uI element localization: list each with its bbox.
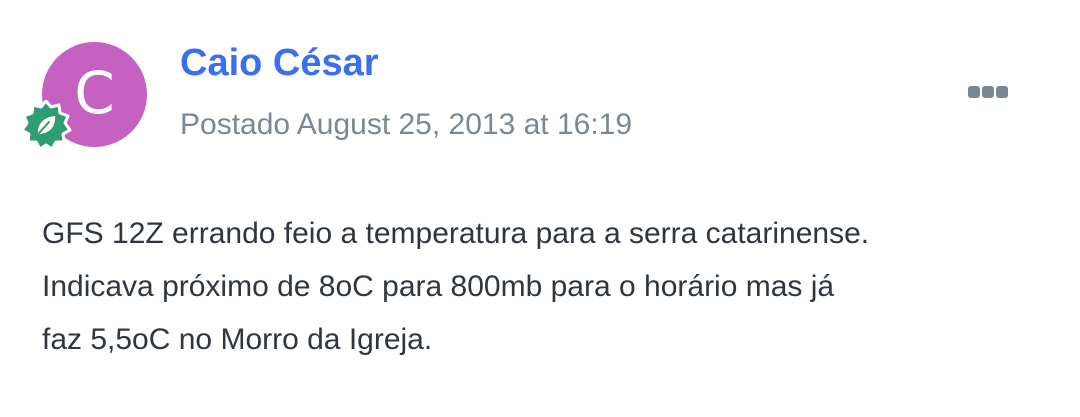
post-body-line: Indicava próximo de 8oC para 800mb para …	[42, 270, 835, 303]
post-timestamp: Postado August 25, 2013 at 16:19	[180, 108, 633, 141]
author-name[interactable]: Caio César	[180, 40, 379, 86]
avatar-letter: C	[74, 58, 115, 127]
leaf-badge-icon	[20, 99, 72, 152]
more-options-button[interactable]	[960, 78, 1016, 106]
forum-post: C Caio César Postado August 25, 2013 at …	[0, 0, 1080, 417]
post-body-line: GFS 12Z errando feio a temperatura para …	[42, 217, 870, 250]
ellipsis-icon	[968, 86, 1008, 98]
post-body: GFS 12Z errando feio a temperatura para …	[42, 207, 1052, 366]
post-body-line: faz 5,5oC no Morro da Igreja.	[42, 323, 433, 356]
